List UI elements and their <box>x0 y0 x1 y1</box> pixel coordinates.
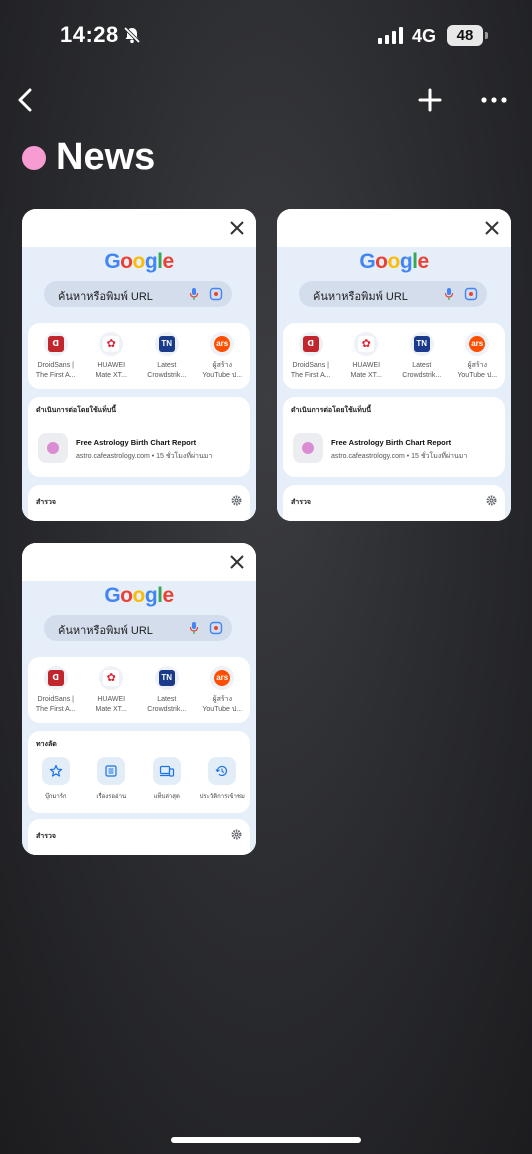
tab-card[interactable]: Google ค้นหาหรือพิมพ์ URL ᗡ DroidSans | Th… <box>22 543 256 855</box>
discover-footer: สำรวจ <box>28 485 250 521</box>
panel-title: ดำเนินการต่อโดยใช้แท็บนี้ <box>36 407 117 414</box>
back-button[interactable] <box>12 86 40 114</box>
site-tile: ars ผู้สร้าง YouTube ป... <box>452 332 502 389</box>
shortcut-history: ประวัติการเข้าชม <box>197 757 247 801</box>
google-logo: Google <box>104 250 174 273</box>
group-color-dot <box>22 146 46 170</box>
group-title[interactable]: News <box>56 136 155 179</box>
close-tab-button[interactable] <box>483 219 501 237</box>
tab-card[interactable]: Google ค้นหาหรือพิมพ์ URL ᗡ DroidSans | Th… <box>22 209 256 521</box>
history-icon <box>215 765 228 777</box>
shortcuts-panel: ทางลัด บุ๊กมาร์ก เรื่องรออ่าน แท็บล่าสุด… <box>28 731 250 813</box>
reading-list-icon <box>105 765 117 777</box>
search-input: ค้นหาหรือพิมพ์ URL <box>44 615 232 641</box>
site-tile: ars ผู้สร้าง YouTube ป... <box>197 666 247 723</box>
battery-icon: 48 <box>447 25 488 46</box>
panel-title: ดำเนินการต่อโดยใช้แท็บนี้ <box>291 407 372 414</box>
gear-icon <box>231 829 242 840</box>
site-tile: ✿ HUAWEI Mate XT... <box>86 666 136 723</box>
network-type: 4G <box>412 26 437 46</box>
star-icon <box>49 764 62 777</box>
new-tab-button[interactable] <box>416 86 444 114</box>
resume-panel: ดำเนินการต่อโดยใช้แท็บนี้ Free Astrology… <box>28 397 250 477</box>
search-input: ค้นหาหรือพิมพ์ URL <box>44 281 232 307</box>
discover-footer: สำรวจ <box>283 485 505 521</box>
most-visited-sites: ᗡ DroidSans | The First A... ✿ HUAWEI Mate X… <box>28 323 250 389</box>
shortcut-recent-tabs: แท็บล่าสุด <box>142 757 192 801</box>
tab-card-header <box>22 209 256 247</box>
discover-footer: สำรวจ <box>28 819 250 855</box>
most-visited-sites: ᗡ DroidSans | The First A... ✿ HUAWEI Mate X… <box>28 657 250 723</box>
site-tile: ᗡ DroidSans | The First A... <box>286 332 336 389</box>
site-favicon <box>293 433 323 463</box>
mic-icon <box>444 288 454 300</box>
site-tile: TN Latest Crowdstrik... <box>397 332 447 389</box>
resume-subtitle: astro.cafeastrology.com • 15 ชั่วโมงที่ผ… <box>331 453 468 460</box>
discover-label: สำรวจ <box>36 833 56 840</box>
most-visited-sites: ᗡ DroidSans | The First A... ✿ HUAWEI Mate X… <box>283 323 505 389</box>
site-tile: TN Latest Crowdstrik... <box>142 332 192 389</box>
google-logo: Google <box>104 584 174 607</box>
tab-card-header <box>22 543 256 581</box>
more-menu-button[interactable] <box>480 86 508 114</box>
discover-label: สำรวจ <box>36 499 56 506</box>
resume-title: Free Astrology Birth Chart Report <box>76 438 197 447</box>
shortcut-bookmarks: บุ๊กมาร์ก <box>31 757 81 801</box>
gear-icon <box>231 495 242 506</box>
discover-label: สำรวจ <box>291 499 311 506</box>
search-placeholder: ค้นหาหรือพิมพ์ URL <box>58 625 153 637</box>
resume-subtitle: astro.cafeastrology.com • 15 ชั่วโมงที่ผ… <box>76 453 213 460</box>
tab-card-header <box>277 209 511 247</box>
mic-icon <box>189 622 199 634</box>
site-tile: ᗡ DroidSans | The First A... <box>31 332 81 389</box>
resume-panel: ดำเนินการต่อโดยใช้แท็บนี้ Free Astrology… <box>283 397 505 477</box>
shortcuts-title: ทางลัด <box>36 741 57 748</box>
site-tile: ✿ HUAWEI Mate XT... <box>341 332 391 389</box>
tab-preview: Google ค้นหาหรือพิมพ์ URL ᗡ DroidSans | Th… <box>22 247 256 521</box>
search-input: ค้นหาหรือพิมพ์ URL <box>299 281 487 307</box>
lens-icon <box>464 287 478 301</box>
search-placeholder: ค้นหาหรือพิมพ์ URL <box>313 291 408 303</box>
close-tab-button[interactable] <box>228 553 246 571</box>
mic-icon <box>189 288 199 300</box>
status-time: 14:28 <box>60 22 119 47</box>
home-indicator[interactable] <box>171 1137 361 1143</box>
status-bar: 14:28 4G 48 <box>0 0 532 72</box>
devices-icon <box>159 765 174 777</box>
site-tile: ✿ HUAWEI Mate XT... <box>86 332 136 389</box>
signal-icon <box>378 27 403 44</box>
gear-icon <box>486 495 497 506</box>
google-logo: Google <box>359 250 429 273</box>
lens-icon <box>209 287 223 301</box>
close-tab-button[interactable] <box>228 219 246 237</box>
lens-icon <box>209 621 223 635</box>
tab-preview: Google ค้นหาหรือพิมพ์ URL ᗡ DroidSans | Th… <box>22 581 256 855</box>
search-placeholder: ค้นหาหรือพิมพ์ URL <box>58 291 153 303</box>
resume-title: Free Astrology Birth Chart Report <box>331 438 452 447</box>
tab-card[interactable]: Google ค้นหาหรือพิมพ์ URL ᗡ DroidSans | Th… <box>277 209 511 521</box>
tab-preview: Google ค้นหาหรือพิมพ์ URL ᗡ DroidSans | Th… <box>277 247 511 521</box>
site-tile: ᗡ DroidSans | The First A... <box>31 666 81 723</box>
site-favicon <box>38 433 68 463</box>
bell-muted-icon <box>123 26 141 44</box>
site-tile: TN Latest Crowdstrik... <box>142 666 192 723</box>
shortcut-reading-list: เรื่องรออ่าน <box>86 757 136 801</box>
site-tile: ars ผู้สร้าง YouTube ป... <box>197 332 247 389</box>
